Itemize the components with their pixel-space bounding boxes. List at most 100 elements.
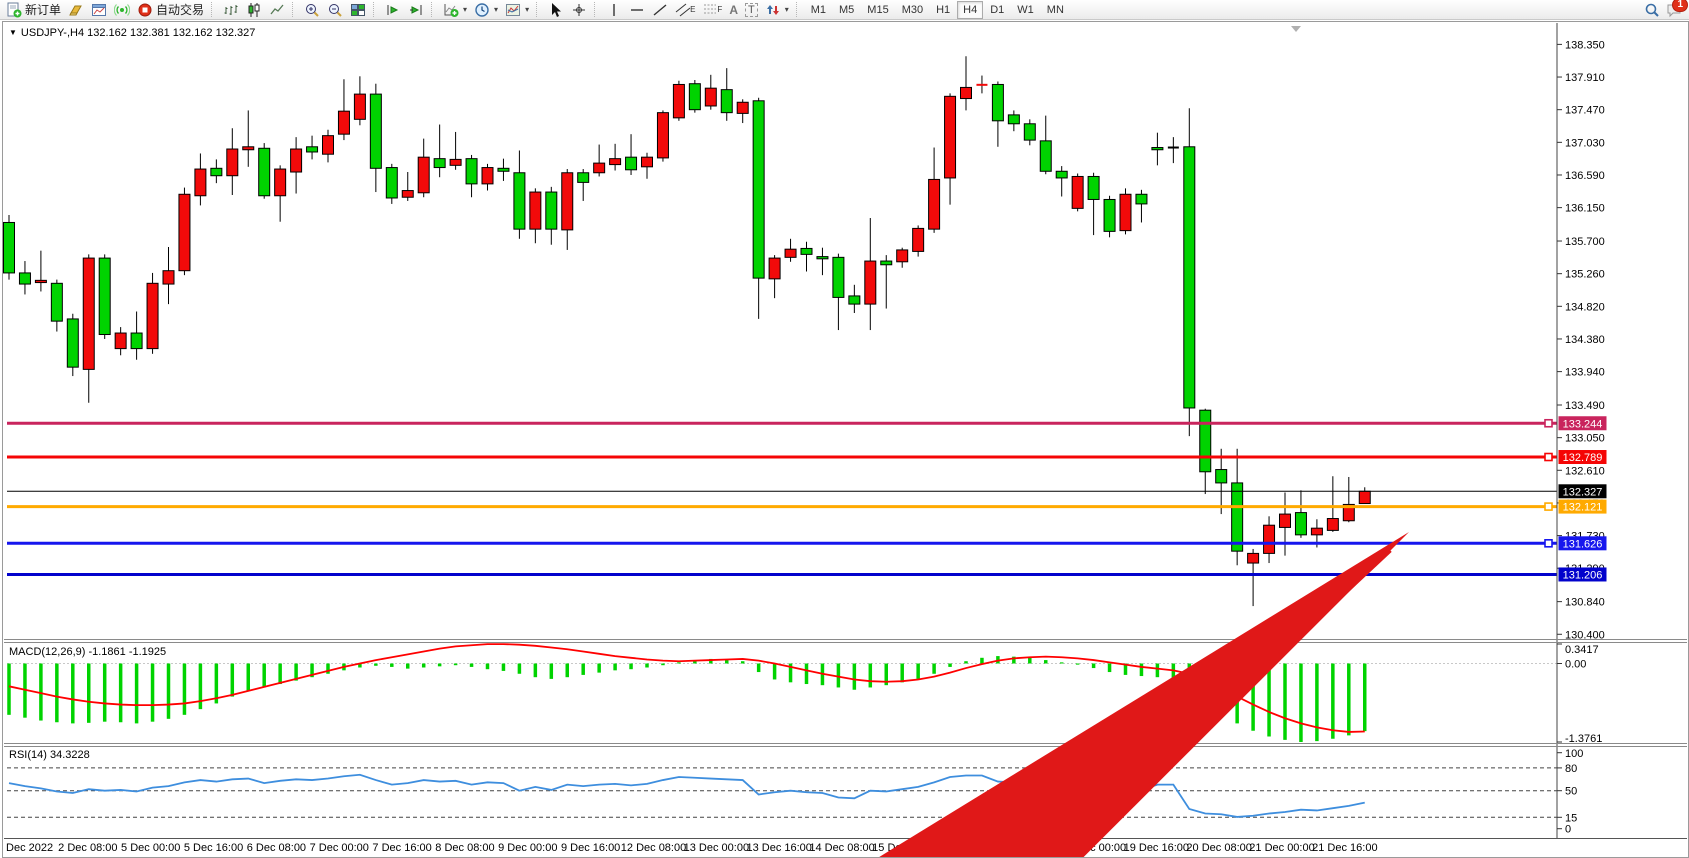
candle-body[interactable]: [179, 194, 190, 270]
candle-body[interactable]: [1232, 483, 1243, 551]
mql-button[interactable]: [65, 1, 87, 19]
candle-body[interactable]: [897, 250, 908, 262]
candle-body[interactable]: [1200, 410, 1211, 472]
candle-body[interactable]: [1327, 519, 1338, 531]
candle-body[interactable]: [610, 159, 621, 165]
candle-body[interactable]: [992, 84, 1003, 120]
candle-body[interactable]: [307, 147, 318, 152]
horizontal-line-tool-button[interactable]: [626, 1, 648, 19]
candle-body[interactable]: [4, 222, 15, 272]
candle-body[interactable]: [1359, 491, 1370, 503]
candle-body[interactable]: [961, 87, 972, 98]
candle-body[interactable]: [498, 168, 509, 171]
candle-body[interactable]: [243, 147, 254, 150]
fibonacci-tool-button[interactable]: F: [699, 1, 725, 19]
candle-body[interactable]: [418, 157, 429, 193]
candle-body[interactable]: [402, 191, 413, 198]
candle-body[interactable]: [1184, 147, 1195, 408]
line-handle[interactable]: [1545, 503, 1552, 510]
timeframe-m15-button[interactable]: M15: [861, 1, 894, 19]
candle-body[interactable]: [195, 169, 206, 196]
candle-body[interactable]: [1024, 124, 1035, 140]
candle-body[interactable]: [673, 84, 684, 117]
candle-body[interactable]: [450, 159, 461, 165]
candle-body[interactable]: [386, 168, 397, 198]
candle-body[interactable]: [1040, 141, 1051, 171]
candle-body[interactable]: [817, 257, 828, 259]
candle-body[interactable]: [35, 280, 46, 282]
crosshair-tool-button[interactable]: [568, 1, 590, 19]
chart-plot-area[interactable]: [4, 23, 1557, 837]
candle-body[interactable]: [338, 111, 349, 134]
candle-body[interactable]: [466, 159, 477, 184]
candle-body[interactable]: [578, 173, 589, 183]
candle-body[interactable]: [626, 157, 637, 170]
candle-body[interactable]: [1216, 470, 1227, 483]
timeframe-m5-button[interactable]: M5: [833, 1, 860, 19]
timeframe-mn-button[interactable]: MN: [1041, 1, 1070, 19]
candle-body[interactable]: [1280, 514, 1291, 527]
candle-body[interactable]: [131, 333, 142, 349]
candle-body[interactable]: [721, 90, 732, 113]
candle-body[interactable]: [1120, 194, 1131, 230]
candle-body[interactable]: [115, 333, 126, 349]
timeframe-m30-button[interactable]: M30: [896, 1, 929, 19]
candle-body[interactable]: [147, 283, 158, 348]
candle-body[interactable]: [67, 319, 78, 367]
candle-body[interactable]: [291, 149, 302, 172]
candle-body[interactable]: [482, 168, 493, 184]
chart-canvas[interactable]: 138.350137.910137.470137.030136.590136.1…: [3, 22, 1688, 857]
vertical-line-tool-button[interactable]: [603, 1, 625, 19]
candle-body[interactable]: [849, 296, 860, 304]
timeframe-m1-button[interactable]: M1: [805, 1, 832, 19]
timeframe-h4-button[interactable]: H4: [957, 1, 983, 19]
candle-body[interactable]: [434, 159, 445, 168]
candle-body[interactable]: [1104, 199, 1115, 231]
candle-body[interactable]: [227, 149, 238, 176]
candle-body[interactable]: [19, 273, 30, 284]
candle-body[interactable]: [1088, 176, 1099, 199]
line-handle[interactable]: [1545, 454, 1552, 461]
candle-body[interactable]: [163, 271, 174, 284]
candle-body[interactable]: [657, 113, 668, 158]
autotrading-button[interactable]: 自动交易: [134, 1, 207, 19]
line-handle[interactable]: [1545, 420, 1552, 427]
candle-body[interactable]: [546, 192, 557, 229]
candle-body[interactable]: [769, 258, 780, 279]
periods-button[interactable]: ▾: [471, 1, 501, 19]
chat-button[interactable]: 1: [1666, 2, 1682, 18]
timeframe-w1-button[interactable]: W1: [1011, 1, 1040, 19]
candle-body[interactable]: [1136, 194, 1147, 204]
candle-body[interactable]: [945, 96, 956, 178]
candle-body[interactable]: [259, 148, 270, 195]
candle-body[interactable]: [370, 94, 381, 168]
candle-body[interactable]: [530, 192, 541, 229]
candle-body[interactable]: [354, 94, 365, 119]
text-label-tool-button[interactable]: T: [742, 1, 761, 19]
new-chart-button[interactable]: [88, 1, 110, 19]
candle-body[interactable]: [1295, 513, 1306, 535]
candle-body[interactable]: [689, 84, 700, 110]
timeframe-d1-button[interactable]: D1: [984, 1, 1010, 19]
candle-body[interactable]: [275, 169, 286, 196]
auto-scroll-button[interactable]: [382, 1, 404, 19]
timeframe-h1-button[interactable]: H1: [930, 1, 956, 19]
cursor-tool-button[interactable]: [545, 1, 567, 19]
signal-button[interactable]: [111, 1, 133, 19]
zoom-in-button[interactable]: [301, 1, 323, 19]
line-handle[interactable]: [1545, 540, 1552, 547]
arrows-tool-button[interactable]: ▾: [762, 1, 792, 19]
candle-body[interactable]: [1008, 115, 1019, 124]
zoom-out-button[interactable]: [324, 1, 346, 19]
indicators-button[interactable]: ▾: [440, 1, 470, 19]
candle-body[interactable]: [913, 228, 924, 251]
candle-body[interactable]: [705, 88, 716, 106]
candle-body[interactable]: [737, 102, 748, 113]
candle-body[interactable]: [83, 258, 94, 369]
candle-body[interactable]: [1248, 553, 1259, 563]
candle-body[interactable]: [99, 258, 110, 334]
search-icon[interactable]: [1644, 2, 1660, 18]
trendline-tool-button[interactable]: [649, 1, 671, 19]
candle-body[interactable]: [51, 283, 62, 321]
bar-chart-mode-button[interactable]: [220, 1, 242, 19]
